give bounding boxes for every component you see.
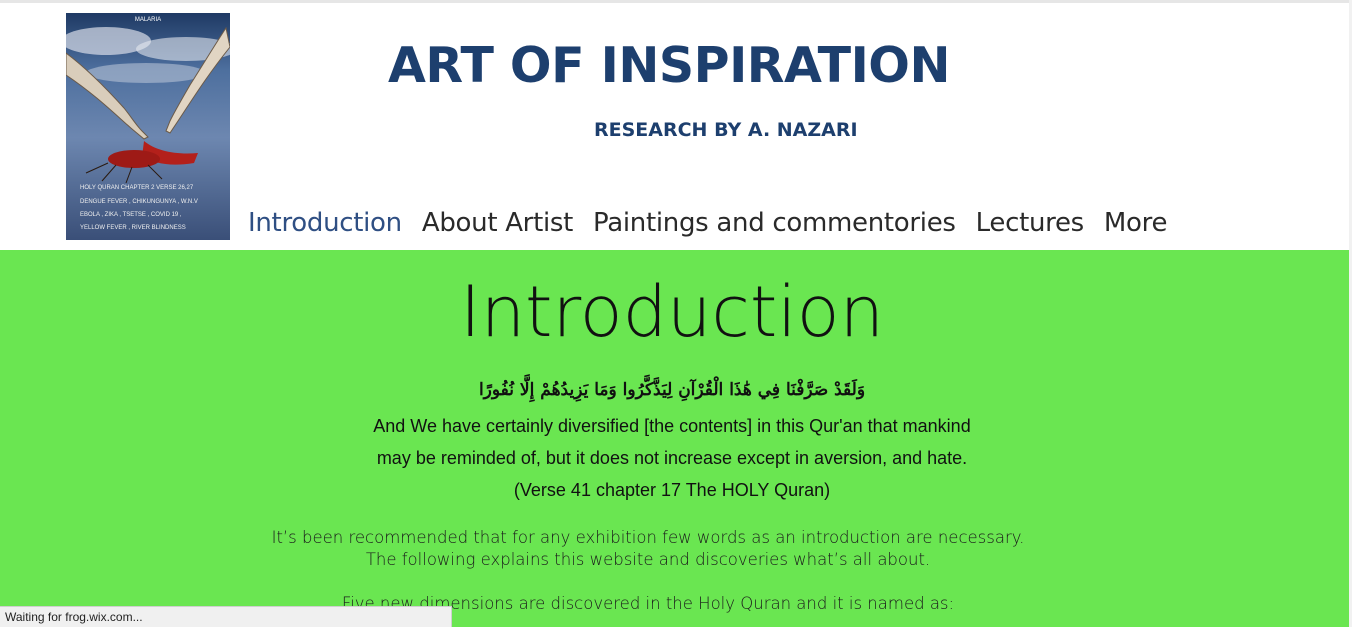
verse-reference: (Verse 41 chapter 17 The HOLY Quran) [513,480,831,500]
malaria-painting-image[interactable]: MALARIA HOLY QURAN CHAPTER 2 VERSE 26,27… [66,13,230,240]
browser-page: MALARIA HOLY QURAN CHAPTER 2 VERSE 26,27… [0,0,1352,627]
painting-text-line: DENGUE FEVER , CHIKUNGUNYA , W.N.V [80,199,198,205]
painting-text-line: EBOLA , ZIKA , TSETSE , COVID 19 , [80,212,182,218]
page-title: Introduction [460,271,884,353]
browser-status-bar: Waiting for frog.wix.com... [0,606,452,627]
verse-translation-line: And We have certainly diversified [the c… [373,416,971,436]
site-subtitle: RESEARCH BY A. NAZARI [594,119,858,141]
painting-graphic: MALARIA HOLY QURAN CHAPTER 2 VERSE 26,27… [66,13,230,240]
nav-item-introduction[interactable]: Introduction [248,208,402,238]
intro-paragraph-line: It’s been recommended that for any exhib… [271,528,1025,547]
site-title[interactable]: ART OF INSPIRATION [388,41,950,90]
painting-text-line: HOLY QURAN CHAPTER 2 VERSE 26,27 [80,185,194,191]
nav-item-paintings-and-commentories[interactable]: Paintings and commentories [593,208,956,238]
nav-item-about-artist[interactable]: About Artist [422,208,573,238]
site-header: MALARIA HOLY QURAN CHAPTER 2 VERSE 26,27… [0,3,1349,250]
main-nav: Introduction About Artist Paintings and … [248,208,1167,238]
painting-caption-top: MALARIA [135,17,161,23]
intro-paragraph-line: The following explains this website and … [365,550,931,569]
painting-text-line: YELLOW FEVER , RIVER BLINDNESS [80,225,186,231]
nav-item-more[interactable]: More [1104,208,1168,238]
nav-item-lectures[interactable]: Lectures [976,208,1085,238]
verse-translation-line: may be reminded of, but it does not incr… [376,448,968,468]
introduction-section: Introduction وَلَقَدْ صَرَّفْنَا فِي هَٰ… [0,250,1349,627]
arabic-verse: وَلَقَدْ صَرَّفْنَا فِي هَٰذَا الْقُرْآن… [478,380,866,400]
